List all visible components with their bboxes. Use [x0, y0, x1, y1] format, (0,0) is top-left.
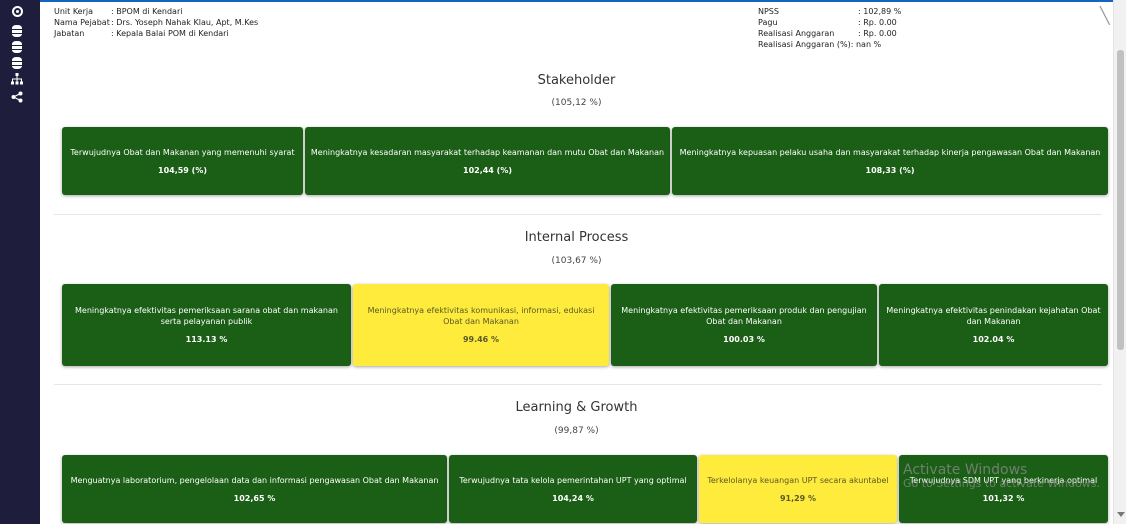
realisasi-value: : Rp. 0.00 [858, 29, 897, 38]
card-value: 99.46 % [462, 335, 500, 344]
card-value: 102.04 % [972, 335, 1015, 344]
card-title: Meningkatnya efektivitas pemeriksaan pro… [621, 306, 867, 326]
scrollbar-thumb[interactable] [1117, 50, 1124, 350]
card-title: Terwujudnya tata kelola pemerintahan UPT… [459, 475, 687, 485]
npss-value: : 102,89 % [858, 7, 902, 16]
unit-kerja-value: : BPOM di Kendari [111, 7, 183, 16]
close-icon[interactable]: ╲ [1100, 6, 1110, 25]
sitemap-icon[interactable] [10, 72, 24, 86]
vertical-scrollbar[interactable] [1113, 0, 1126, 524]
card-title: Meningkatnya kesadaran masyarakat terhad… [310, 147, 665, 157]
card-value: 113.13 % [185, 335, 228, 344]
npss-row: NPSS : 102,89 % [758, 6, 958, 17]
objective-card[interactable]: Meningkatnya kesadaran masyarakat terhad… [305, 127, 670, 195]
section-title-internal-process: Internal Process [524, 230, 629, 245]
section-title-learning-growth: Learning & Growth [515, 400, 638, 415]
pagu-label: Pagu [758, 18, 778, 27]
card-value: 104,59 (%) [158, 165, 207, 175]
card-value: 100.03 % [723, 335, 765, 344]
realisasi-pct-label: Realisasi Anggaran (%) [758, 40, 851, 49]
sidebar [0, 0, 40, 524]
top-accent-bar [40, 0, 1126, 2]
activate-windows-watermark: Activate Windows Go to Settings to activ… [903, 462, 1100, 490]
nama-pejabat-label: Nama Pejabat [54, 18, 110, 27]
pagu-row: Pagu : Rp. 0.00 [758, 17, 958, 28]
jabatan-value: : Kepala Balai POM di Kendari [111, 29, 229, 38]
card-title: Menguatnya laboratorium, pengelolaan dat… [70, 475, 439, 485]
objective-card[interactable]: Meningkatnya efektivitas penindakan keja… [879, 284, 1108, 366]
objective-card[interactable]: Meningkatnya efektivitas pemeriksaan pro… [611, 284, 877, 366]
officer-info: Unit Kerja : BPOM di Kendari Nama Pejaba… [54, 6, 334, 39]
card-value: 102,65 % [233, 493, 276, 503]
objective-card[interactable]: Meningkatnya kepuasan pelaku usaha dan m… [672, 127, 1108, 195]
card-value: 104,24 % [552, 493, 594, 503]
nama-pejabat-row: Nama Pejabat : Drs. Yoseph Nahak Klau, A… [54, 17, 334, 28]
unit-kerja-label: Unit Kerja [54, 7, 94, 16]
objective-card[interactable]: Meningkatnya efektivitas komunikasi, inf… [353, 284, 609, 366]
objective-card[interactable]: Terkelolanya keuangan UPT secara akuntab… [699, 455, 897, 523]
budget-info: NPSS : 102,89 % Pagu : Rp. 0.00 Realisas… [758, 6, 958, 50]
objective-card[interactable]: Meningkatnya efektivitas pemeriksaan sar… [62, 284, 351, 366]
unit-kerja-row: Unit Kerja : BPOM di Kendari [54, 6, 334, 17]
realisasi-row: Realisasi Anggaran : Rp. 0.00 [758, 28, 958, 39]
section-percent-stakeholder: (105,12 %) [551, 98, 602, 108]
section-divider [54, 384, 1102, 385]
card-title: Meningkatnya efektivitas penindakan keja… [886, 306, 1101, 326]
nama-pejabat-value: : Drs. Yoseph Nahak Klau, Apt, M.Kes [111, 18, 259, 27]
section-percent-internal-process: (103,67 %) [551, 256, 602, 266]
target-icon[interactable] [10, 4, 24, 18]
watermark-line2: Go to Settings to activate Windows. [903, 477, 1101, 490]
card-title: Terwujudnya Obat dan Makanan yang memenu… [70, 147, 295, 157]
jabatan-label: Jabatan [54, 29, 85, 38]
scroll-down-arrow-icon[interactable] [1117, 512, 1125, 517]
section-divider [54, 214, 1102, 215]
objective-card[interactable]: Menguatnya laboratorium, pengelolaan dat… [62, 455, 447, 523]
card-title: Terkelolanya keuangan UPT secara akuntab… [707, 475, 889, 485]
realisasi-pct-value: : nan % [850, 40, 882, 49]
objective-card[interactable]: Terwujudnya Obat dan Makanan yang memenu… [62, 127, 303, 195]
card-value: 91,29 % [779, 493, 817, 503]
card-value: 102,44 (%) [463, 165, 512, 175]
section-percent-learning-growth: (99,87 %) [554, 426, 599, 436]
card-value: 101,32 % [982, 493, 1025, 503]
realisasi-pct-row: Realisasi Anggaran (%): nan % [758, 39, 958, 50]
share-icon[interactable] [10, 90, 24, 104]
database-icon[interactable] [10, 56, 24, 70]
npss-label: NPSS [758, 7, 779, 16]
watermark-line1: Activate Windows [903, 462, 1028, 478]
realisasi-label: Realisasi Anggaran [758, 29, 835, 38]
database-icon[interactable] [10, 40, 24, 54]
database-icon[interactable] [10, 24, 24, 38]
card-title: Meningkatnya efektivitas komunikasi, inf… [367, 306, 595, 326]
card-title: Meningkatnya kepuasan pelaku usaha dan m… [679, 147, 1101, 157]
section-title-stakeholder: Stakeholder [537, 73, 616, 88]
pagu-value: : Rp. 0.00 [858, 18, 897, 27]
card-title: Meningkatnya efektivitas pemeriksaan sar… [75, 306, 338, 326]
objective-card[interactable]: Terwujudnya tata kelola pemerintahan UPT… [449, 455, 697, 523]
card-value: 108,33 (%) [865, 165, 915, 175]
jabatan-row: Jabatan : Kepala Balai POM di Kendari [54, 28, 334, 39]
